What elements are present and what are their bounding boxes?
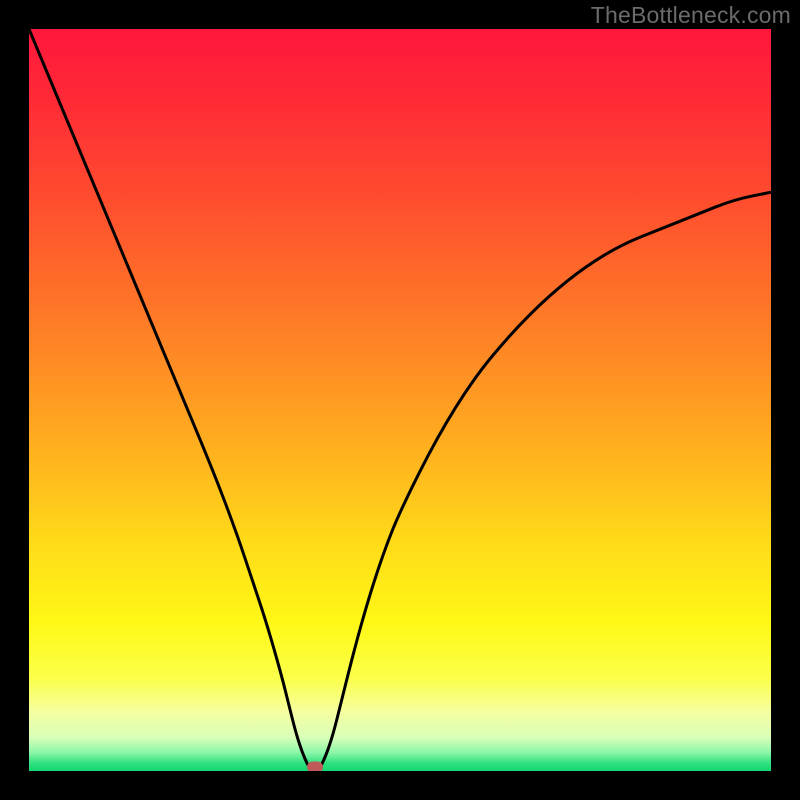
bottleneck-curve bbox=[29, 29, 771, 771]
watermark-text: TheBottleneck.com bbox=[591, 2, 791, 29]
optimal-point-marker bbox=[307, 762, 323, 772]
chart-canvas: TheBottleneck.com bbox=[0, 0, 800, 800]
plot-area bbox=[29, 29, 771, 771]
